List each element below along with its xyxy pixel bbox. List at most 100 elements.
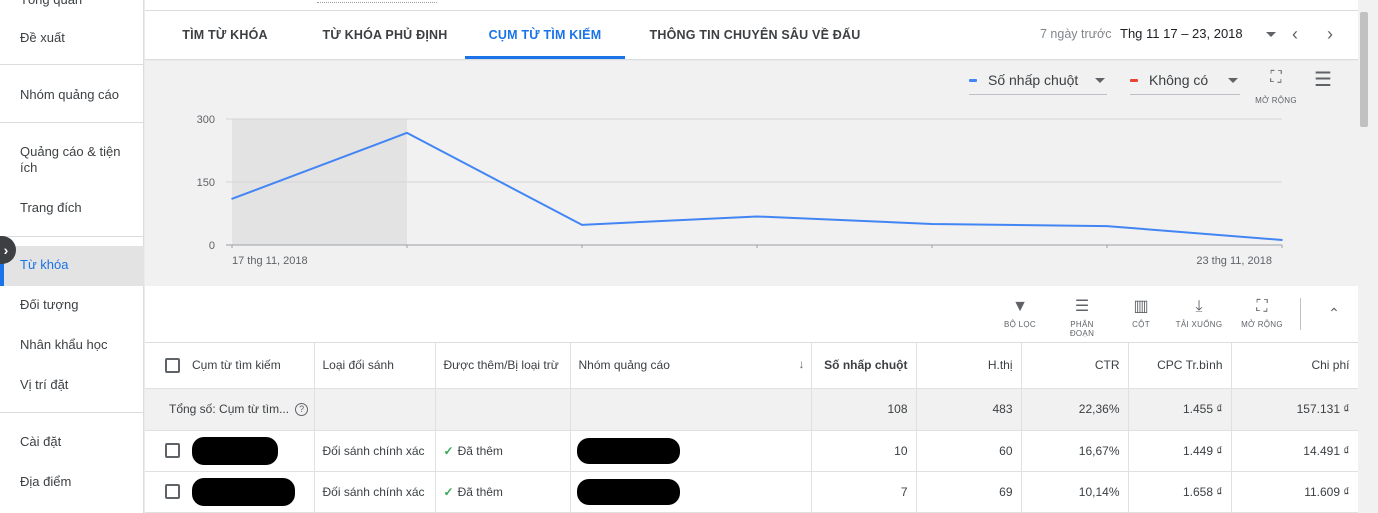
ad-group-cell[interactable] — [570, 430, 812, 472]
tab-search-terms[interactable]: CỤM TỪ TÌM KIẾM — [465, 11, 625, 59]
toolbar-separator — [1300, 298, 1301, 330]
redacted-search-term — [192, 477, 295, 506]
chart-data-point — [581, 224, 583, 226]
date-range-select[interactable]: Thg 11 17 – 23, 2018 — [1120, 11, 1243, 57]
chart-panel: Số nhấp chuột Không có ⛶ MỞ RỘNG ☰ 0 150 3… — [145, 61, 1358, 286]
status-cell: ✓ Đã thêm — [435, 471, 571, 513]
clicks-cell: 10 — [811, 430, 917, 472]
table-row[interactable]: Đối sánh chính xác ✓ Đã thêm 10 60 16,67%… — [145, 430, 1359, 472]
expand-table-label: MỞ RỘNG — [1241, 320, 1283, 329]
expand-table-button[interactable]: ⛶ MỞ RỘNG — [1237, 296, 1287, 336]
total-cost: 157.131 ₫ — [1231, 388, 1359, 431]
filter-label: BỘ LỌC — [1003, 320, 1037, 329]
chevron-up-icon[interactable]: ⌃ — [1323, 302, 1345, 324]
sidebar-divider — [0, 122, 144, 123]
chart-data-point — [756, 215, 758, 218]
select-all-checkbox[interactable] — [165, 357, 180, 373]
sidebar-item-audiences[interactable]: Đối tượng — [20, 297, 138, 313]
ctr-cell: 16,67% — [1021, 430, 1129, 472]
redacted-search-term — [192, 436, 278, 465]
scrollbar-thumb[interactable] — [1360, 12, 1368, 127]
avg-cpc-cell: 1.658 ₫ — [1128, 471, 1232, 513]
header-impressions[interactable]: H.thị — [916, 343, 1022, 389]
impressions-cell: 60 — [916, 430, 1022, 472]
sidebar-divider — [0, 64, 144, 65]
total-avg-cpc: 1.455 ₫ — [1128, 388, 1232, 431]
total-clicks: 108 — [811, 388, 917, 431]
columns-button[interactable]: ▥ CỘT — [1116, 296, 1166, 336]
top-dashed-divider — [317, 2, 437, 3]
status-label: Đã thêm — [457, 484, 503, 499]
match-type-cell: Đối sánh chính xác — [314, 471, 436, 513]
tab-auction-insights[interactable]: THÔNG TIN CHUYÊN SÂU VỀ ĐẤU GIÁ — [639, 11, 871, 90]
sidebar-divider — [0, 236, 144, 237]
header-search-term[interactable]: Cụm từ tìm kiếm — [145, 343, 315, 389]
filter-button[interactable]: ▼ BỘ LỌC — [995, 296, 1045, 336]
header-match-type[interactable]: Loại đối sánh — [314, 343, 436, 389]
chart-y-tick-label: 300 — [197, 114, 215, 126]
sidebar-item-landing-pages[interactable]: Trang đích — [20, 200, 138, 216]
sidebar-item-demographics[interactable]: Nhân khẩu học — [20, 337, 138, 353]
total-label-cell: Tổng số: Cụm từ tìm...? — [145, 388, 315, 431]
table-row[interactable]: Đối sánh chính xác ✓ Đã thêm 7 69 10,14% … — [145, 471, 1359, 513]
row-checkbox[interactable] — [165, 484, 180, 499]
chevron-down-icon[interactable] — [1266, 32, 1276, 37]
sidebar-item-recommendations[interactable]: Đề xuất — [20, 30, 138, 46]
fullscreen-icon: ⛶ — [1256, 298, 1268, 315]
page-scrollbar[interactable] — [1358, 0, 1378, 513]
columns-label: CỘT — [1132, 320, 1150, 329]
total-row: Tổng số: Cụm từ tìm...? 108 483 22,36% 1… — [145, 388, 1359, 431]
filter-icon: ▼ — [1012, 298, 1028, 315]
total-empty-cell — [314, 388, 436, 431]
chart-y-tick-label: 0 — [209, 240, 215, 252]
sidebar-item-ad-groups[interactable]: Nhóm quảng cáo — [20, 87, 138, 103]
match-type-cell: Đối sánh chính xác — [314, 430, 436, 472]
chart-x-tick-label: 17 thg 11, 2018 — [232, 255, 308, 267]
search-term-cell — [145, 430, 315, 472]
download-button[interactable]: ⤓ TẢI XUỐNG — [1174, 296, 1224, 336]
table-toolbar: ▼ BỘ LỌC ☰ PHÂN ĐOẠN ▥ CỘT ⤓ TẢI XUỐNG ⛶… — [145, 286, 1358, 343]
chart-y-tick-label: 150 — [197, 177, 215, 189]
cost-cell: 14.491 ₫ — [1231, 430, 1359, 472]
sidebar: Tổng quan Đề xuất Nhóm quảng cáo Quảng c… — [0, 0, 144, 513]
main-content: TÌM TỪ KHÓA TỪ KHÓA PHỦ ĐỊNH CỤM TỪ TÌM … — [145, 0, 1359, 513]
impressions-cell: 69 — [916, 471, 1022, 513]
header-avg-cpc[interactable]: CPC Tr.bình — [1128, 343, 1232, 389]
sidebar-item-locations[interactable]: Địa điểm — [20, 474, 138, 490]
help-icon[interactable]: ? — [295, 403, 309, 417]
segment-icon: ☰ — [1074, 298, 1090, 315]
tab-negative-keywords[interactable]: TỪ KHÓA PHỦ ĐỊNH — [313, 11, 457, 59]
chevron-right-icon[interactable]: › — [1319, 23, 1341, 45]
search-terms-table: Cụm từ tìm kiếm Loại đối sánh Được thêm/… — [145, 343, 1359, 513]
segment-button[interactable]: ☰ PHÂN ĐOẠN — [1057, 296, 1107, 338]
header-ad-group[interactable]: Nhóm quảng cáo ↓ — [570, 343, 812, 389]
ad-group-cell[interactable] — [570, 471, 812, 513]
header-added-excluded[interactable]: Được thêm/Bị loại trừ — [435, 343, 571, 389]
sidebar-item-overview[interactable]: Tổng quan — [20, 0, 138, 8]
redacted-ad-group — [576, 478, 680, 505]
columns-icon: ▥ — [1133, 298, 1149, 315]
header-cost[interactable]: Chi phí — [1231, 343, 1359, 389]
sort-arrow-icon[interactable]: ↓ — [799, 357, 805, 371]
chart-data-point — [1281, 239, 1283, 241]
total-label: Tổng số: Cụm từ tìm... — [169, 401, 290, 416]
sidebar-item-ads-extensions[interactable]: Quảng cáo & tiện ích — [20, 144, 138, 176]
redacted-ad-group — [576, 437, 680, 464]
header-ctr[interactable]: CTR — [1021, 343, 1129, 389]
search-term-cell — [145, 471, 315, 513]
sidebar-item-settings[interactable]: Cài đặt — [20, 434, 138, 450]
segment-label: PHÂN ĐOẠN — [1069, 320, 1095, 338]
row-checkbox[interactable] — [165, 443, 180, 458]
top-strip — [145, 0, 1358, 11]
sidebar-item-placements[interactable]: Vị trí đặt — [20, 377, 138, 393]
header-clicks[interactable]: Số nhấp chuột — [811, 343, 917, 389]
ctr-cell: 10,14% — [1021, 471, 1129, 513]
tab-search-keywords[interactable]: TÌM TỪ KHÓA — [167, 11, 283, 59]
header-search-term-label: Cụm từ tìm kiếm — [192, 357, 281, 372]
sidebar-item-keywords[interactable]: Từ khóa — [20, 257, 138, 273]
download-label: TẢI XUỐNG — [1175, 320, 1223, 329]
total-ctr: 22,36% — [1021, 388, 1129, 431]
date-preset-label[interactable]: 7 ngày trước — [1040, 11, 1111, 57]
chevron-left-icon[interactable]: ‹ — [1284, 23, 1306, 45]
header-ad-group-label: Nhóm quảng cáo — [578, 358, 670, 373]
